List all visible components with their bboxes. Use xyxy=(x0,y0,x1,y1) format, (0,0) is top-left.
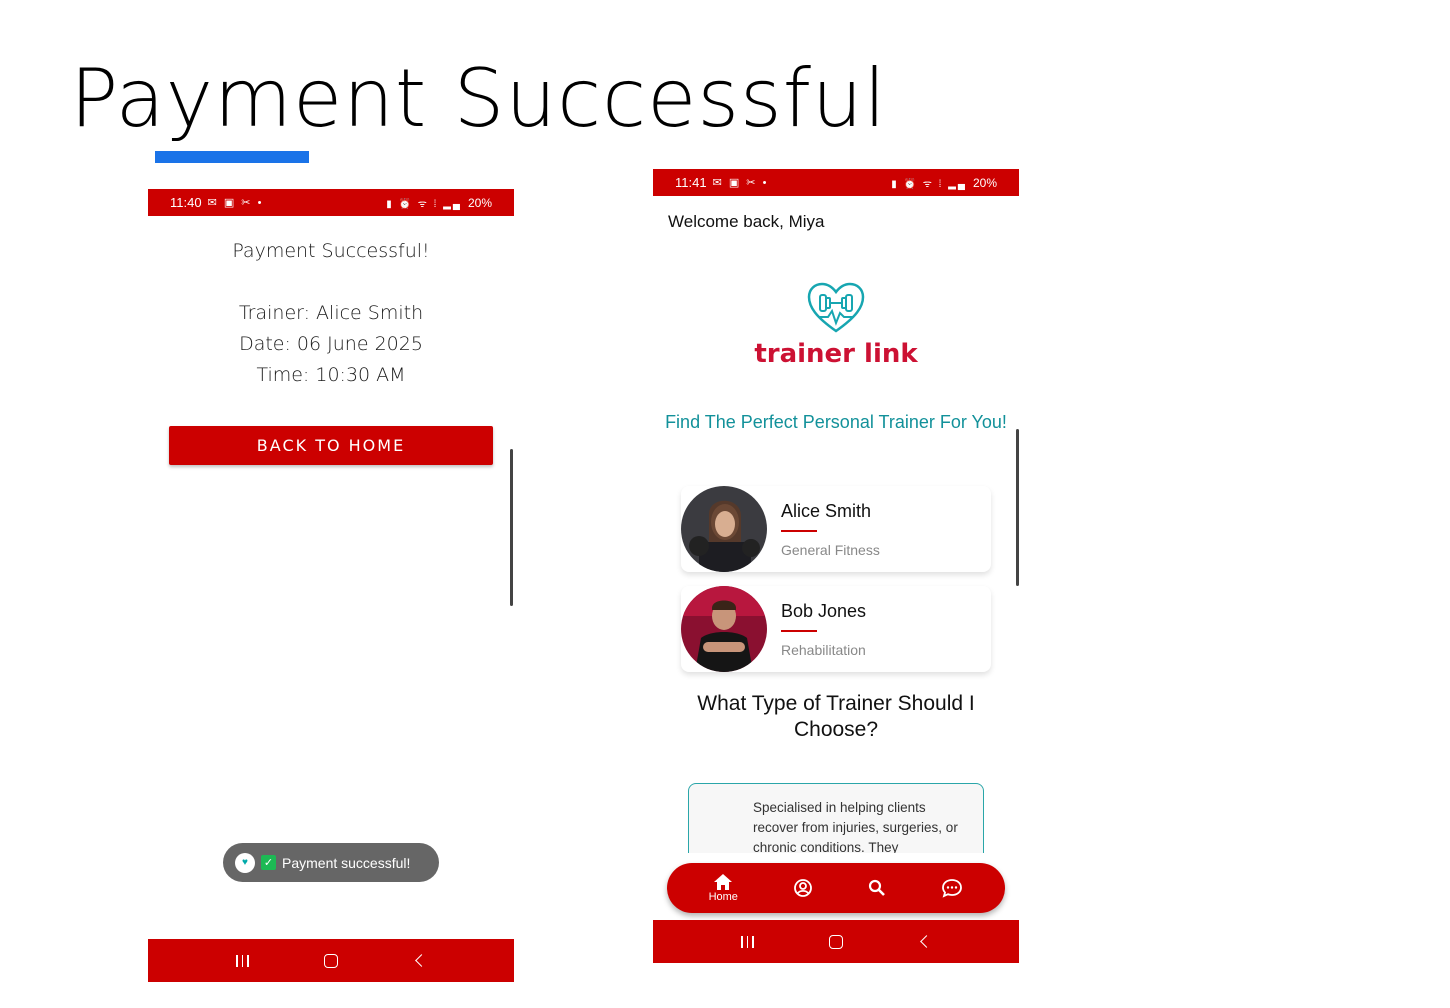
trainer-card-bob[interactable]: Bob Jones Rehabilitation xyxy=(681,586,991,672)
heart-dumbbell-icon xyxy=(807,282,865,333)
trainer-specialty: General Fitness xyxy=(781,541,880,558)
trainer-type-card[interactable]: Specialised in helping clients recover f… xyxy=(688,783,984,853)
status-bar: 11:40 ✉ ▣ ✂ • ▮ ⏰ ᯤ ⁞ ▂▄ 20% xyxy=(148,189,514,216)
welcome-text: Welcome back, Miya xyxy=(668,212,825,231)
notification-icons: ✉ ▣ ✂ • xyxy=(207,197,264,209)
find-trainer-heading: Find The Perfect Personal Trainer For Yo… xyxy=(665,412,1007,432)
back-arrow-icon xyxy=(920,935,934,948)
android-nav-bar xyxy=(653,920,1019,963)
chat-icon xyxy=(942,879,963,898)
home-button[interactable] xyxy=(311,948,351,974)
profile-icon xyxy=(794,879,812,897)
home-icon xyxy=(714,874,733,890)
recent-apps-icon xyxy=(236,954,249,967)
scrollbar[interactable] xyxy=(510,449,513,606)
phone-home-screen: 11:41 ✉ ▣ ✂ • ▮ ⏰ ᯤ ⁞ ▂▄ 20% Welcome bac… xyxy=(653,169,1019,963)
recent-apps-button[interactable] xyxy=(222,948,262,974)
tab-home[interactable]: Home xyxy=(709,873,738,903)
trainer-name: Alice Smith xyxy=(781,500,872,521)
time-line: Time: 10:30 AM xyxy=(256,364,406,386)
date-line: Date: 06 June 2025 xyxy=(239,333,423,355)
trainer-type-heading: What Type of Trainer Should I Choose? xyxy=(697,692,975,741)
trainer-name: Bob Jones xyxy=(781,600,867,621)
back-button[interactable] xyxy=(905,929,945,955)
system-icons: ▮ ⏰ ᯤ ⁞ ▂▄ xyxy=(891,178,967,190)
home-circle-icon xyxy=(323,953,338,968)
back-to-home-button[interactable]: BACK TO HOME xyxy=(169,426,493,465)
back-arrow-icon xyxy=(415,954,429,967)
notification-icons: ✉ ▣ ✂ • xyxy=(712,177,769,189)
status-bar: 11:41 ✉ ▣ ✂ • ▮ ⏰ ᯤ ⁞ ▂▄ 20% xyxy=(653,169,1019,196)
search-icon xyxy=(869,879,886,896)
app-logo-icon: ♥ xyxy=(235,852,255,873)
trainer-card-alice[interactable]: Alice Smith General Fitness xyxy=(681,486,991,572)
payment-heading: Payment Successful! xyxy=(232,240,430,262)
battery-level: 20% xyxy=(972,175,997,190)
toast-notification: ♥ ✓ Payment successful! xyxy=(223,843,439,882)
check-icon: ✓ xyxy=(261,855,276,870)
tab-search[interactable] xyxy=(868,879,886,897)
avatar xyxy=(681,586,767,672)
phone-payment-screen: 11:40 ✉ ▣ ✂ • ▮ ⏰ ᯤ ⁞ ▂▄ 20% Payment Suc… xyxy=(148,189,514,982)
trainer-line: Trainer: Alice Smith xyxy=(238,302,424,324)
android-nav-bar xyxy=(148,939,514,982)
tab-profile[interactable] xyxy=(793,878,813,898)
bottom-tab-bar: Home xyxy=(667,863,1005,913)
avatar xyxy=(681,486,767,572)
status-time: 11:41 xyxy=(675,175,707,190)
recent-apps-icon xyxy=(741,935,754,948)
home-button[interactable] xyxy=(816,929,856,955)
back-button[interactable] xyxy=(400,948,440,974)
slide-title: Payment Successful xyxy=(70,52,887,145)
status-time: 11:40 xyxy=(170,195,202,210)
title-underline xyxy=(155,151,309,163)
name-divider xyxy=(781,529,817,532)
scrollbar[interactable] xyxy=(1016,429,1019,586)
trainer-type-description: Specialised in helping clients recover f… xyxy=(753,800,958,853)
battery-level: 20% xyxy=(467,195,492,210)
system-icons: ▮ ⏰ ᯤ ⁞ ▂▄ xyxy=(386,198,462,210)
app-logo: trainer link xyxy=(653,281,1019,369)
trainer-specialty: Rehabilitation xyxy=(781,641,866,658)
logo-text: trainer link xyxy=(754,339,918,369)
name-divider xyxy=(781,629,817,632)
recent-apps-button[interactable] xyxy=(727,929,767,955)
toast-message: Payment successful! xyxy=(282,854,411,871)
home-circle-icon xyxy=(828,934,843,949)
tab-chat[interactable] xyxy=(941,878,963,898)
tab-home-label: Home xyxy=(708,891,738,903)
